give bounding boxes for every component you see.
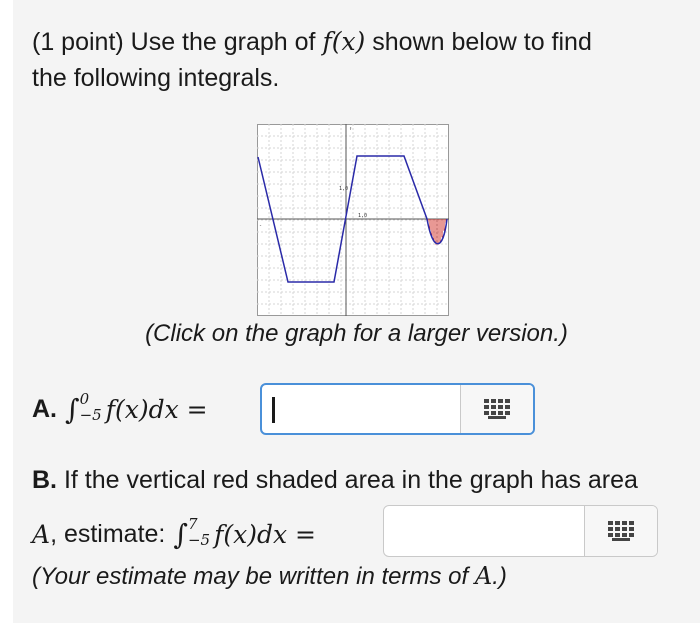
graph-svg[interactable]: 1,0 1,0 - ↑ [257,124,449,316]
part-a-label: A. [32,394,57,423]
part-a-answer-input[interactable] [262,385,460,433]
svg-text:↑: ↑ [349,126,352,132]
problem-statement: (1 point) Use the graph of f(x) shown be… [32,27,592,92]
part-b-answer-input[interactable] [384,506,584,556]
part-b-answer-box [383,505,658,557]
tick-label: 1,0 [339,186,348,192]
integrand: f(x)dx = [105,394,208,424]
integrand: f(x)dx = [214,519,316,549]
problem-card: (1 point) Use the graph of f(x) shown be… [13,0,700,623]
function-graph[interactable]: 1,0 1,0 - ↑ [257,124,449,316]
svg-text:-: - [259,223,262,229]
tick-label: 1,0 [358,213,367,219]
integral-limits: 0 −5 [79,390,102,424]
part-a-answer-box [260,383,535,435]
part-b-question: B. If the vertical red shaded area in th… [32,466,638,494]
integral-sign: ∫ [65,392,80,426]
part-b-keypad-button[interactable] [584,506,657,556]
text-cursor [272,397,275,423]
keypad-icon [608,521,634,541]
graph-caption: (Click on the graph for a larger version… [145,320,568,347]
integral-limits: 7 −5 [187,515,211,549]
part-b-note: (Your estimate may be written in terms o… [32,562,507,590]
keypad-icon [484,399,510,419]
part-b-integral: A, estimate: ∫ 7 −5 f(x)dx = [32,515,316,551]
part-a-question: A. ∫ 0 −5 f(x)dx = [32,383,208,435]
integral-sign: ∫ [173,517,188,551]
function-notation: f(x) [322,27,366,56]
part-a-keypad-button[interactable] [460,385,533,433]
part-b-label: B. [32,466,57,494]
